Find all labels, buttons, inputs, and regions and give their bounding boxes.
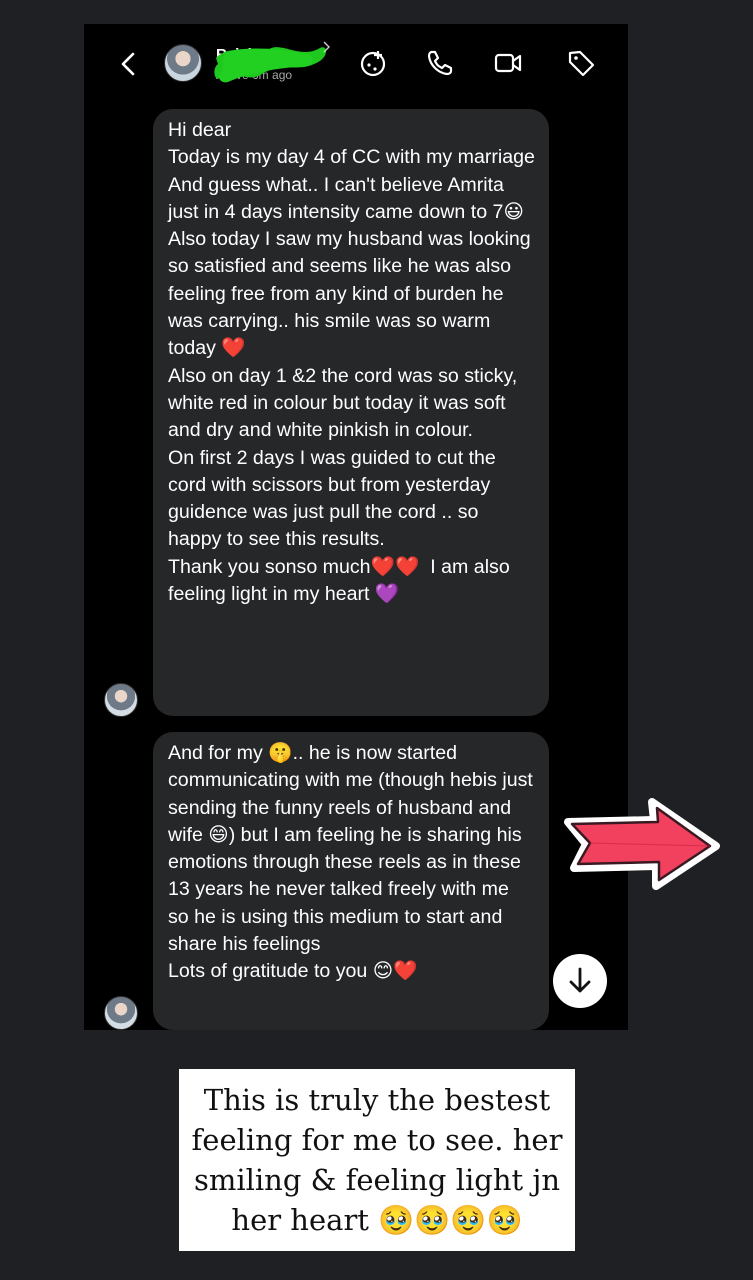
redaction-scribble — [214, 47, 327, 83]
message-text: Hi dear Today is my day 4 of CC with my … — [168, 119, 535, 606]
chat-screenshot: Rajshree Active 6m ago Hi dear Today is … — [84, 24, 628, 1030]
message-text: And for my 🤫.. he is now started communi… — [168, 742, 533, 983]
back-icon[interactable] — [118, 51, 140, 77]
tag-icon[interactable] — [566, 48, 596, 78]
effects-icon[interactable] — [358, 48, 388, 78]
message-thread[interactable]: Hi dear Today is my day 4 of CC with my … — [84, 106, 628, 1030]
contact-avatar[interactable] — [164, 44, 202, 82]
phone-icon[interactable] — [425, 48, 455, 78]
message-bubble[interactable]: And for my 🤫.. he is now started communi… — [153, 732, 549, 1030]
scroll-down-button[interactable] — [553, 954, 607, 1008]
arrow-down-icon — [569, 967, 591, 993]
sender-avatar — [104, 996, 138, 1030]
story-caption: This is truly the bestest feeling for me… — [179, 1069, 575, 1251]
video-call-icon[interactable] — [493, 48, 523, 78]
chat-header: Rajshree Active 6m ago — [84, 24, 628, 106]
sender-avatar — [104, 683, 138, 717]
message-bubble[interactable]: Hi dear Today is my day 4 of CC with my … — [153, 109, 549, 716]
caption-text: This is truly the bestest feeling for me… — [191, 1083, 572, 1237]
chevron-right-icon — [323, 41, 330, 53]
red-arrow-sticker — [564, 798, 720, 890]
